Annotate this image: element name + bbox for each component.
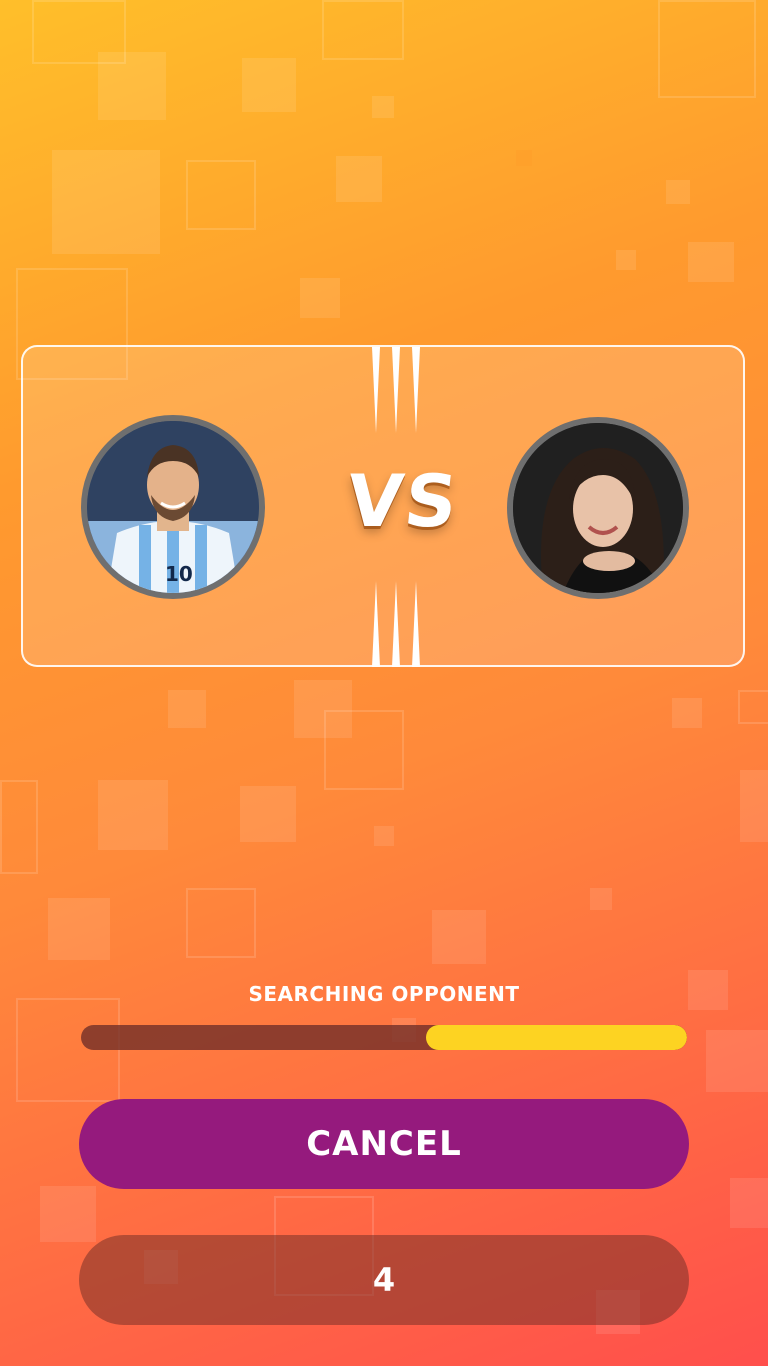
player-two-image [513, 423, 683, 593]
match-card: 10 VS [21, 345, 745, 667]
svg-text:10: 10 [165, 562, 193, 586]
vs-label: VS [342, 459, 464, 543]
player-one-image: 10 [87, 421, 259, 593]
search-progress-fill [426, 1025, 687, 1050]
countdown-timer: 4 [79, 1235, 689, 1325]
cancel-button[interactable]: CANCEL [79, 1099, 689, 1189]
player-two-avatar [507, 417, 689, 599]
vs-spikes-top [372, 347, 420, 433]
player-one-avatar: 10 [81, 415, 265, 599]
search-progress-bar [81, 1025, 687, 1050]
searching-status: SEARCHING OPPONENT [248, 982, 520, 1006]
vs-spikes-bottom [372, 581, 420, 667]
